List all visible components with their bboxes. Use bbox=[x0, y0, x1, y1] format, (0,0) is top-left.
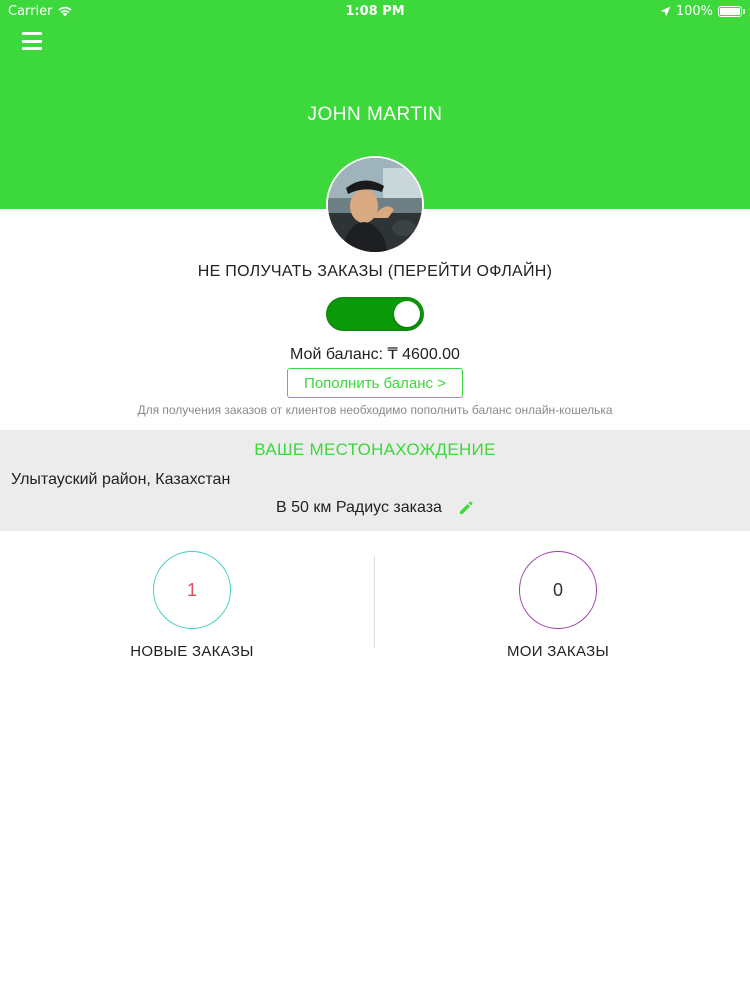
my-orders-count: 0 bbox=[519, 551, 597, 629]
order-radius-row: В 50 км Радиус заказа bbox=[0, 499, 750, 517]
driver-home-screen: JOHN MARTIN Carrier 1:08 PM 100% НЕ ПОЛУ… bbox=[0, 0, 750, 1000]
driver-name: JOHN MARTIN bbox=[307, 104, 443, 125]
location-address: Улытауский район, Казахстан bbox=[11, 471, 231, 488]
my-orders-button[interactable]: 0 МОИ ЗАКАЗЫ bbox=[458, 551, 658, 660]
top-up-balance-button[interactable]: Пополнить баланс > bbox=[287, 368, 463, 398]
status-time: 1:08 PM bbox=[345, 3, 405, 19]
balance-text: Мой баланс: ₸ 4600.00 bbox=[290, 346, 460, 363]
wifi-icon bbox=[58, 6, 73, 17]
order-radius-text: В 50 км Радиус заказа bbox=[276, 499, 442, 516]
pencil-icon[interactable] bbox=[458, 500, 474, 516]
status-bar: Carrier 1:08 PM 100% bbox=[0, 0, 750, 22]
toggle-knob bbox=[394, 301, 420, 327]
go-offline-label: НЕ ПОЛУЧАТЬ ЗАКАЗЫ (ПЕРЕЙТИ ОФЛАЙН) bbox=[197, 263, 553, 280]
driver-avatar[interactable] bbox=[326, 156, 424, 254]
battery-icon bbox=[718, 5, 745, 17]
battery-percent: 100% bbox=[675, 3, 713, 19]
orders-divider bbox=[374, 556, 375, 648]
orders-summary: 1 НОВЫЕ ЗАКАЗЫ 0 МОИ ЗАКАЗЫ bbox=[0, 531, 750, 671]
hamburger-menu-icon[interactable] bbox=[22, 32, 42, 50]
top-up-note: Для получения заказов от клиентов необхо… bbox=[137, 403, 613, 417]
my-orders-label: МОИ ЗАКАЗЫ bbox=[506, 643, 610, 660]
location-section: ВАШЕ МЕСТОНАХОЖДЕНИЕ Улытауский район, К… bbox=[0, 430, 750, 531]
new-orders-button[interactable]: 1 НОВЫЕ ЗАКАЗЫ bbox=[92, 551, 292, 660]
online-toggle[interactable] bbox=[326, 297, 424, 331]
location-arrow-icon bbox=[660, 6, 671, 16]
new-orders-label: НОВЫЕ ЗАКАЗЫ bbox=[130, 643, 254, 660]
new-orders-count: 1 bbox=[153, 551, 231, 629]
location-title: ВАШЕ МЕСТОНАХОЖДЕНИЕ bbox=[254, 440, 496, 459]
carrier-label: Carrier bbox=[8, 3, 53, 19]
